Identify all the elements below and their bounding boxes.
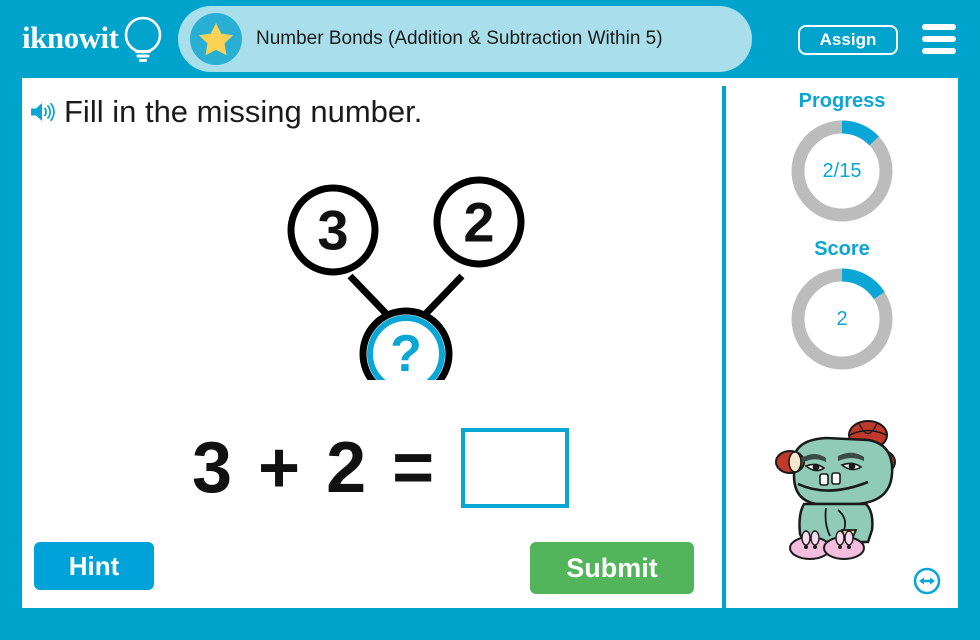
lightbulb-icon (124, 16, 162, 62)
bond-part-left: 3 (287, 184, 379, 276)
score-meter: Score 2 (726, 238, 958, 374)
hint-button[interactable]: Hint (34, 542, 154, 590)
content-area: Fill in the missing number. 3 2 ? 3 + 2 … (22, 78, 958, 608)
assign-button[interactable]: Assign (798, 25, 898, 55)
progress-label: Progress (798, 90, 886, 112)
resize-horizontal-icon[interactable] (912, 566, 942, 596)
submit-button[interactable]: Submit (530, 542, 694, 594)
score-label: Score (814, 238, 870, 260)
progress-ring: 2/15 (787, 116, 897, 226)
hamburger-menu-icon[interactable] (922, 24, 956, 54)
iknowit-logo[interactable]: iknowit (22, 12, 172, 66)
bond-part-left-value: 3 (317, 199, 348, 262)
status-sidebar: Progress 2/15 Score 2 (726, 78, 958, 608)
equation-expression: 3 + 2 = (192, 428, 438, 508)
bond-whole-value: ? (390, 325, 422, 380)
instruction-row: Fill in the missing number. (30, 94, 422, 130)
lesson-star-badge (190, 13, 242, 65)
iknowit-game-window: iknowit Number Bonds (Addition & Subtrac… (0, 0, 980, 640)
progress-meter: Progress 2/15 (726, 90, 958, 226)
logo-wordmark: iknowit (22, 20, 119, 55)
menu-bar-3 (922, 48, 956, 54)
instruction-text: Fill in the missing number. (64, 94, 423, 129)
lesson-title-pill: Number Bonds (Addition & Subtraction Wit… (178, 6, 752, 72)
answer-input[interactable] (461, 428, 570, 508)
score-ring: 2 (787, 264, 897, 374)
lesson-title: Number Bonds (Addition & Subtraction Wit… (256, 28, 663, 49)
app-header: iknowit Number Bonds (Addition & Subtrac… (0, 0, 980, 78)
progress-value: 2/15 (822, 159, 862, 182)
menu-bar-1 (922, 24, 956, 30)
star-icon (199, 23, 233, 56)
bond-part-right: 2 (433, 176, 525, 268)
bond-part-right-value: 2 (463, 191, 494, 254)
menu-bar-2 (922, 36, 956, 42)
monster-mascot (775, 420, 896, 560)
score-value: 2 (836, 307, 848, 330)
speaker-icon[interactable] (30, 100, 56, 124)
equation-row: 3 + 2 = (192, 418, 612, 518)
number-bond-diagram: 3 2 ? (287, 176, 525, 380)
bond-whole-unknown[interactable]: ? (359, 307, 453, 380)
